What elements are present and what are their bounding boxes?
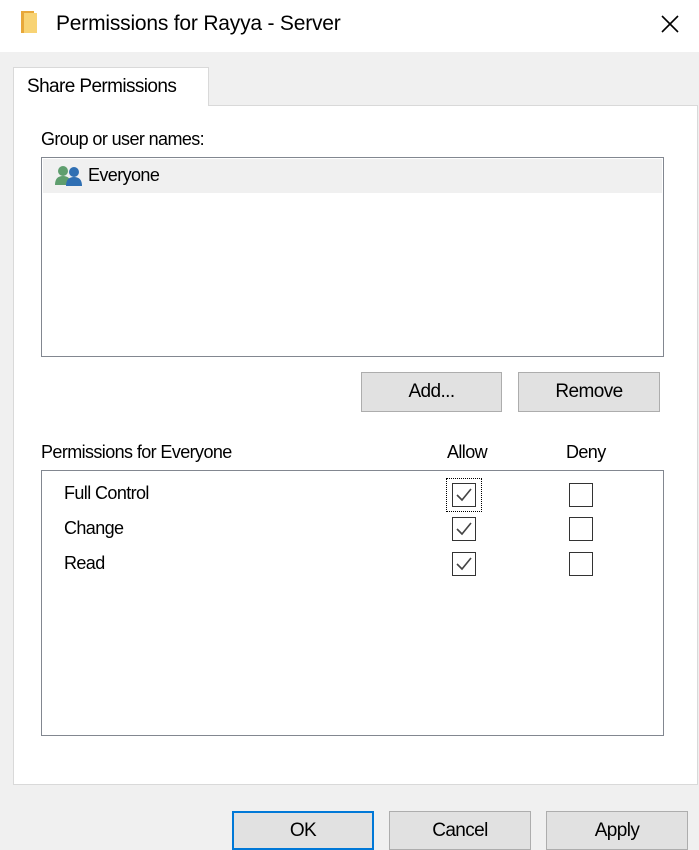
list-item-everyone[interactable]: Everyone <box>43 159 662 193</box>
users-icon <box>55 166 82 186</box>
window-title: Permissions for Rayya - Server <box>56 12 341 35</box>
close-icon <box>661 15 679 33</box>
deny-checkbox-full-control[interactable] <box>569 483 593 507</box>
user-list[interactable]: Everyone <box>41 157 664 357</box>
add-button[interactable]: Add... <box>361 372 502 412</box>
deny-checkbox-change[interactable] <box>569 517 593 541</box>
permissions-list <box>41 470 664 736</box>
title-bar: Permissions for Rayya - Server <box>0 0 699 52</box>
group-user-names-label: Group or user names: <box>41 129 205 149</box>
checkmark-icon <box>456 522 472 536</box>
remove-button[interactable]: Remove <box>518 372 660 412</box>
allow-column-header: Allow <box>447 442 488 462</box>
deny-column-header: Deny <box>566 442 606 462</box>
cancel-button[interactable]: Cancel <box>389 811 531 850</box>
tab-label: Share Permissions <box>27 76 177 97</box>
deny-checkbox-read[interactable] <box>569 552 593 576</box>
allow-checkbox-change[interactable] <box>452 517 476 541</box>
checkmark-icon <box>456 557 472 571</box>
tab-share-permissions[interactable]: Share Permissions <box>13 67 209 106</box>
close-button[interactable] <box>650 6 690 42</box>
ok-button[interactable]: OK <box>232 811 374 850</box>
permission-label-full-control: Full Control <box>64 483 149 503</box>
allow-checkbox-read[interactable] <box>452 552 476 576</box>
permissions-title: Permissions for Everyone <box>41 442 232 462</box>
permission-label-change: Change <box>64 518 124 538</box>
user-name: Everyone <box>88 165 160 185</box>
share-permissions-panel: Group or user names: Everyone Add... Rem… <box>13 105 698 785</box>
folder-icon <box>21 11 37 33</box>
apply-button[interactable]: Apply <box>546 811 688 850</box>
focus-ring <box>446 478 482 512</box>
permission-label-read: Read <box>64 553 105 573</box>
